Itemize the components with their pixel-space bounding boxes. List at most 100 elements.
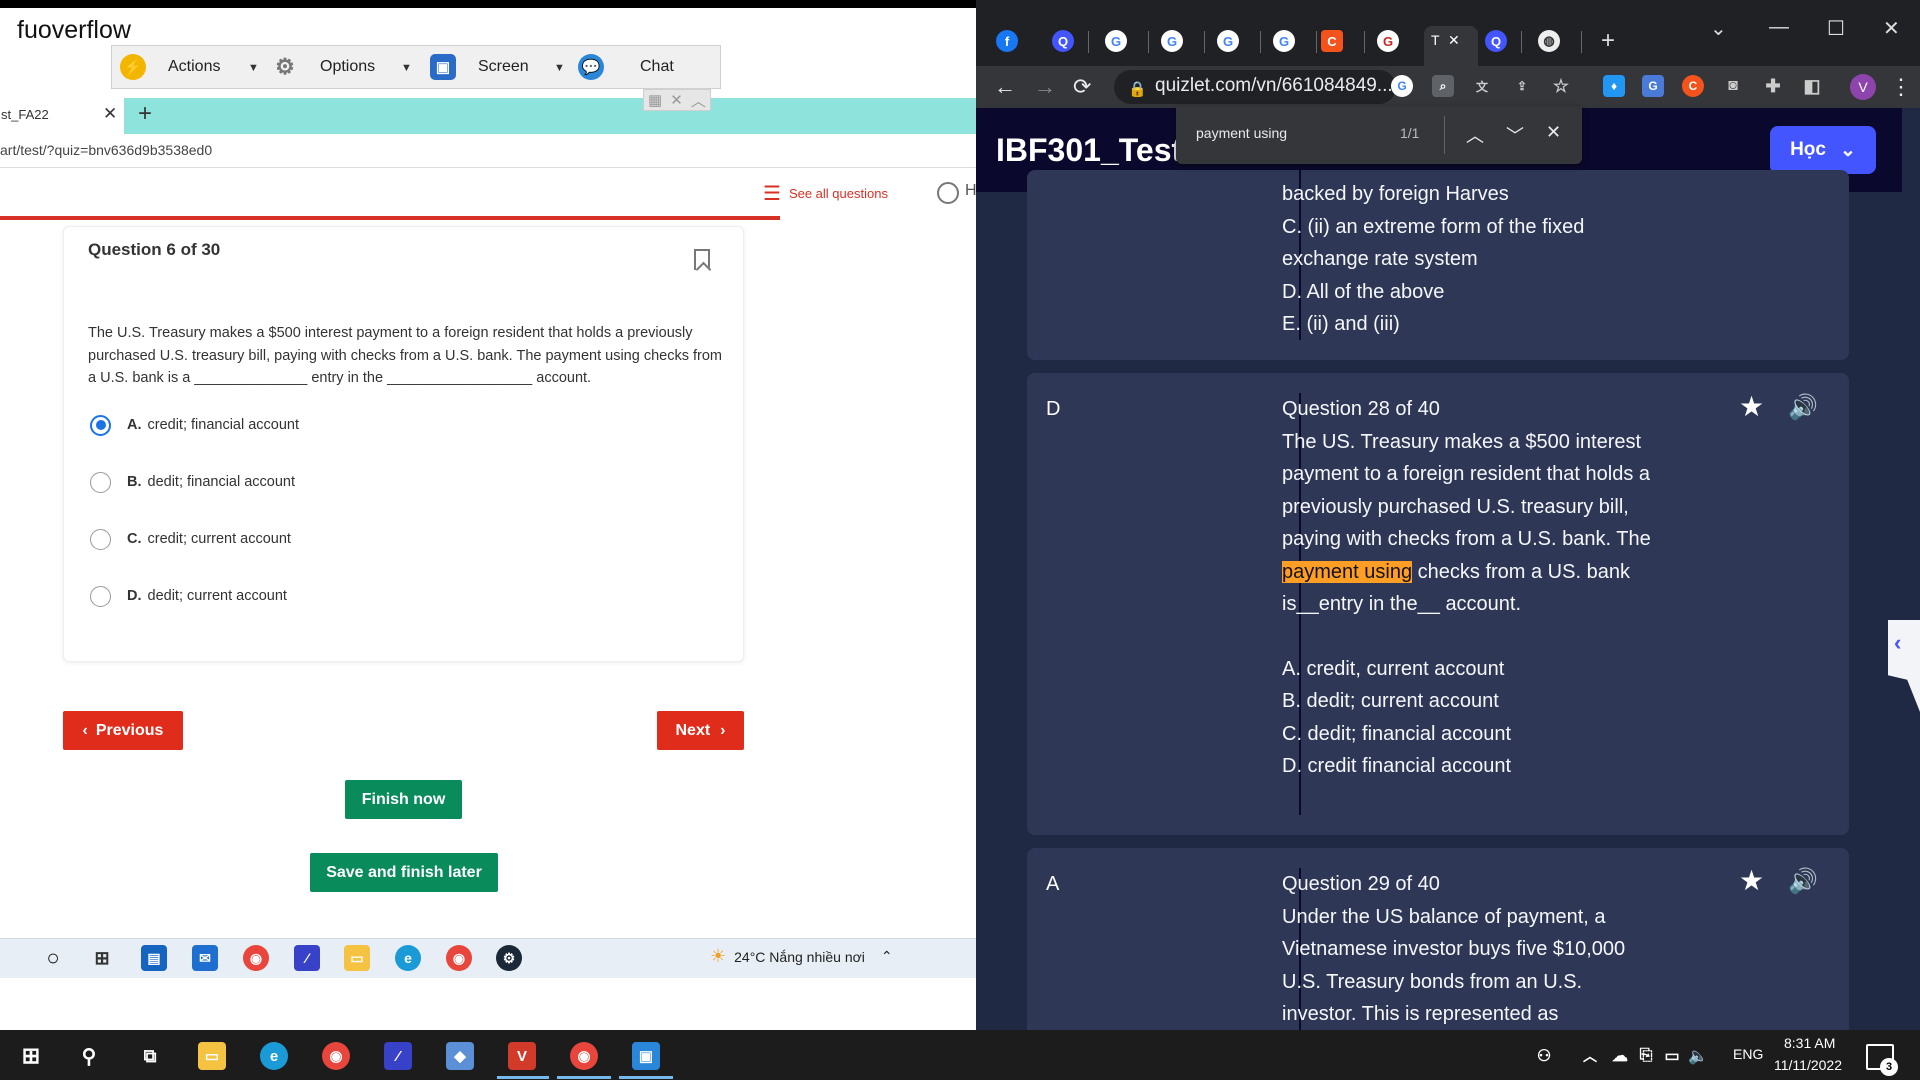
forward-icon[interactable]: → bbox=[1034, 74, 1056, 100]
edge-icon[interactable]: e bbox=[260, 1042, 288, 1070]
close-icon[interactable]: ✕ bbox=[1546, 122, 1561, 143]
windows-start-icon[interactable]: ⊞ bbox=[17, 1042, 45, 1070]
chevron-up-icon[interactable]: ︿ bbox=[691, 90, 706, 111]
task-view-icon[interactable]: ⧉ bbox=[136, 1042, 164, 1070]
back-icon[interactable]: ← bbox=[994, 74, 1016, 100]
previous-button[interactable]: ‹ Previous bbox=[63, 711, 183, 750]
remote-desktop-icon[interactable]: ▣ bbox=[632, 1042, 660, 1070]
speaker-icon[interactable]: 🔊 bbox=[1788, 393, 1818, 422]
camera-icon[interactable]: ◙ bbox=[1722, 75, 1744, 97]
lock-icon[interactable]: 🔒 bbox=[1128, 80, 1147, 98]
scrollbar[interactable] bbox=[1902, 108, 1920, 1030]
coccoc-ext-icon[interactable]: C bbox=[1682, 75, 1704, 97]
battery-icon[interactable]: ▭ bbox=[1658, 1042, 1686, 1070]
next-button[interactable]: Next › bbox=[657, 711, 744, 750]
reload-icon[interactable]: ⟳ bbox=[1073, 74, 1091, 100]
chevron-down-icon[interactable]: ▼ bbox=[248, 62, 259, 74]
translate-ext-icon[interactable]: G bbox=[1642, 75, 1664, 97]
google-lens-icon[interactable]: G bbox=[1391, 75, 1413, 97]
close-icon[interactable]: ✕ bbox=[103, 104, 117, 124]
study-button[interactable]: Học ⌄ bbox=[1770, 126, 1876, 174]
clock-date[interactable]: 11/11/2022 bbox=[1774, 1057, 1842, 1073]
new-tab-icon[interactable]: + bbox=[1601, 27, 1615, 55]
more-icon[interactable]: ⋮ bbox=[1890, 74, 1912, 100]
chevron-down-icon[interactable]: ﹀ bbox=[1506, 122, 1524, 148]
chevron-down-icon[interactable]: ⌄ bbox=[1710, 16, 1727, 41]
chrome-icon[interactable]: ◉ bbox=[243, 945, 269, 971]
radio[interactable] bbox=[90, 528, 111, 550]
google-icon[interactable]: G bbox=[1161, 30, 1183, 52]
quizlet-icon[interactable]: Q bbox=[1485, 30, 1507, 52]
vnote-icon[interactable]: V bbox=[508, 1042, 536, 1070]
steam-icon[interactable]: ⚙ bbox=[496, 945, 522, 971]
chevron-down-icon[interactable]: ▼ bbox=[554, 62, 565, 74]
new-tab-icon[interactable]: + bbox=[138, 100, 152, 128]
people-icon[interactable]: ⚇ bbox=[1530, 1042, 1558, 1070]
user-icon[interactable] bbox=[937, 182, 959, 204]
find-input[interactable]: payment using bbox=[1196, 125, 1287, 141]
search-circle-icon[interactable]: ○ bbox=[40, 945, 66, 971]
bookmark-icon[interactable] bbox=[694, 249, 710, 270]
volume-icon[interactable]: 🔈 bbox=[1684, 1042, 1712, 1070]
chevron-up-icon[interactable]: ︿ bbox=[1576, 1042, 1604, 1070]
google-icon[interactable]: G bbox=[1273, 30, 1295, 52]
chrome-icon[interactable]: ◉ bbox=[322, 1042, 350, 1070]
google-icon[interactable]: G bbox=[1105, 30, 1127, 52]
close-icon[interactable]: ✕ bbox=[1448, 32, 1460, 49]
close-icon[interactable]: ✕ bbox=[1883, 16, 1900, 41]
chrome-icon[interactable]: ◉ bbox=[446, 945, 472, 971]
translate-icon[interactable]: 文 bbox=[1471, 75, 1493, 97]
options-menu[interactable]: ⚙ Options bbox=[272, 54, 375, 80]
radio[interactable] bbox=[90, 585, 111, 607]
screen-menu[interactable]: ▣ Screen bbox=[430, 54, 529, 80]
facebook-icon[interactable]: f bbox=[996, 30, 1018, 52]
maximize-icon[interactable]: ☐ bbox=[1827, 16, 1845, 41]
chat-button[interactable]: 💬 Chat bbox=[578, 54, 674, 80]
finish-now-button[interactable]: Finish now bbox=[345, 780, 462, 819]
language-indicator[interactable]: ENG bbox=[1733, 1046, 1763, 1062]
cube-icon[interactable]: ◆ bbox=[446, 1042, 474, 1070]
puzzle-icon[interactable]: ✚ bbox=[1762, 75, 1784, 97]
actions-menu[interactable]: ⚡ Actions bbox=[120, 54, 220, 80]
star-icon[interactable]: ★ bbox=[1739, 864, 1764, 897]
visual-studio-icon[interactable]: ⁄ bbox=[384, 1042, 412, 1070]
quizlet-icon[interactable]: Q bbox=[1052, 30, 1074, 52]
coccoc-icon[interactable]: C bbox=[1321, 30, 1343, 52]
cloud-icon[interactable]: ☁ bbox=[1606, 1042, 1634, 1070]
speaker-icon[interactable]: 🔊 bbox=[1788, 867, 1818, 896]
find-icon[interactable]: ⌕ bbox=[1432, 75, 1454, 97]
share-icon[interactable]: ⇪ bbox=[1511, 75, 1533, 97]
task-view-icon[interactable]: ⊞ bbox=[89, 945, 115, 971]
answer-option-a[interactable]: A. credit; financial account bbox=[90, 414, 299, 436]
sidebar-icon[interactable]: ◧ bbox=[1801, 75, 1823, 97]
close-icon[interactable]: ✕ bbox=[670, 91, 683, 109]
star-icon[interactable]: ☆ bbox=[1550, 75, 1572, 97]
google-icon[interactable]: G bbox=[1217, 30, 1239, 52]
answer-option-d[interactable]: D. dedit; current account bbox=[90, 585, 287, 607]
radio-selected[interactable] bbox=[90, 414, 111, 436]
star-icon[interactable]: ★ bbox=[1739, 390, 1764, 423]
google-icon[interactable]: G bbox=[1377, 30, 1399, 52]
chevron-up-icon[interactable]: ︿ bbox=[1466, 122, 1484, 148]
save-and-finish-later-button[interactable]: Save and finish later bbox=[310, 853, 498, 892]
edge-icon[interactable]: e bbox=[395, 945, 421, 971]
droplet-icon[interactable]: ♦ bbox=[1603, 75, 1625, 97]
chevron-up-icon[interactable]: ⌃ bbox=[881, 948, 893, 965]
mail-icon[interactable]: ✉ bbox=[192, 945, 218, 971]
minimize-icon[interactable]: — bbox=[1769, 16, 1789, 39]
network-icon[interactable]: ⎘ bbox=[1632, 1042, 1660, 1070]
clock-time[interactable]: 8:31 AM bbox=[1784, 1035, 1835, 1051]
visual-studio-icon[interactable]: ⁄ bbox=[294, 945, 320, 971]
search-icon[interactable]: ⚲ bbox=[75, 1042, 103, 1070]
chevron-down-icon[interactable]: ▼ bbox=[401, 62, 412, 74]
store-icon[interactable]: ▤ bbox=[141, 945, 167, 971]
see-all-questions-link[interactable]: ☰ See all questions bbox=[763, 181, 888, 206]
folder-icon[interactable]: ▭ bbox=[198, 1042, 226, 1070]
folder-icon[interactable]: ▭ bbox=[344, 945, 370, 971]
chevron-left-icon[interactable]: ‹ bbox=[1894, 630, 1901, 656]
answer-option-c[interactable]: C. credit; current account bbox=[90, 528, 291, 550]
profile-avatar[interactable]: V bbox=[1850, 74, 1876, 100]
grid-icon[interactable]: ▦ bbox=[648, 91, 662, 109]
chrome-icon[interactable]: ◉ bbox=[570, 1042, 598, 1070]
answer-option-b[interactable]: B. dedit; financial account bbox=[90, 471, 295, 493]
